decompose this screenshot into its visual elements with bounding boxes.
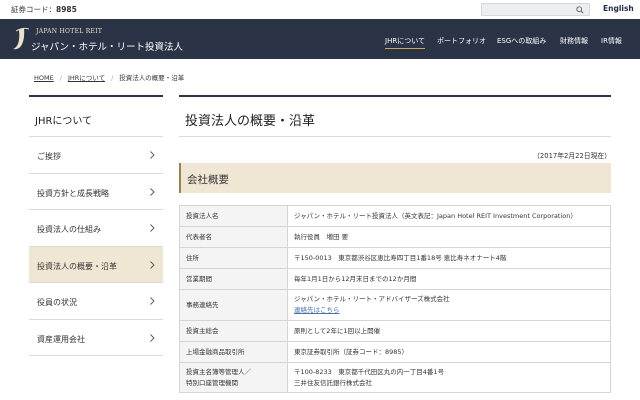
- logo-english: JAPAN HOTEL REIT: [36, 28, 103, 35]
- nav-about[interactable]: JHRについて: [385, 36, 425, 49]
- sidebar-item-strategy[interactable]: 投資方針と成長戦略: [29, 174, 163, 210]
- table-row: 投資主名簿等管理人／ 特別口座管理機関 〒100-8233 東京都千代田区丸の内…: [179, 362, 611, 393]
- table-value: 執行役員 増田 要: [287, 226, 611, 248]
- logo-j-icon[interactable]: [10, 26, 30, 52]
- table-row: 投資法人名 ジャパン・ホテル・リート投資法人（英文表記：Japan Hotel …: [179, 205, 611, 227]
- table-row: 住所 〒150-0013 東京都渋谷区恵比寿四丁目1番18号 恵比寿ネオナート4…: [179, 247, 611, 269]
- main-content: 投資法人の概要・沿革 （2017年2月22日現在） 会社概要 投資法人名 ジャパ…: [179, 95, 611, 393]
- chevron-right-icon: [150, 297, 155, 305]
- table-key: 住所: [179, 247, 288, 269]
- sidebar-item-officers[interactable]: 役員の状況: [29, 283, 163, 320]
- breadcrumb-home[interactable]: HOME: [34, 74, 54, 82]
- sidebar-title: JHRについて: [29, 95, 163, 137]
- page-title: 投資法人の概要・沿革: [179, 95, 611, 137]
- nav-esg[interactable]: ESGへの取組み: [497, 36, 546, 46]
- chevron-right-icon: [150, 187, 155, 196]
- table-value: ジャパン・ホテル・リート・アドバイザーズ株式会社 連絡先はこちら: [287, 289, 611, 321]
- table-key: 事務連絡先: [179, 289, 288, 321]
- logo-japanese[interactable]: ジャパン・ホテル・リート投資法人: [31, 39, 183, 53]
- table-row: 事務連絡先 ジャパン・ホテル・リート・アドバイザーズ株式会社 連絡先はこちら: [179, 289, 611, 321]
- table-value-line: 〒100-8233 東京都千代田区丸の内一丁目4番1号: [294, 367, 445, 376]
- breadcrumb-current: 投資法人の概要・沿革: [119, 74, 185, 82]
- sidebar-item-greeting[interactable]: ご挨拶: [29, 137, 163, 174]
- breadcrumb: HOME / JHRについて / 投資法人の概要・沿革: [34, 72, 184, 82]
- breadcrumb-about[interactable]: JHRについて: [68, 74, 105, 82]
- search-input[interactable]: [485, 5, 571, 15]
- table-value-line: 三井住友信託銀行株式会社: [294, 378, 372, 387]
- sidebar: JHRについて ご挨拶 投資方針と成長戦略 投資法人の仕組み 投資法人の概要・沿…: [29, 95, 163, 356]
- table-key-line: 投資主名簿等管理人／: [186, 367, 251, 376]
- sidebar-item-label: 投資方針と成長戦略: [37, 188, 109, 198]
- table-value: ジャパン・ホテル・リート投資法人（英文表記：Japan Hotel REIT I…: [287, 205, 611, 227]
- table-value: 東京証券取引所（証券コード：8985）: [287, 341, 611, 363]
- nav-ir[interactable]: IR情報: [601, 36, 622, 46]
- chevron-right-icon: [150, 260, 155, 269]
- utility-bar: 証券コード：8985 English: [0, 0, 640, 19]
- breadcrumb-separator: /: [59, 74, 62, 82]
- table-value: 〒150-0013 東京都渋谷区恵比寿四丁目1番18号 恵比寿ネオナート4階: [287, 247, 611, 269]
- search-box[interactable]: [481, 3, 590, 16]
- contact-link[interactable]: 連絡先はこちら: [294, 305, 604, 316]
- sidebar-item-label: 投資法人の概要・沿革: [37, 261, 117, 271]
- table-value: 〒100-8233 東京都千代田区丸の内一丁目4番1号 三井住友信託銀行株式会社: [287, 362, 611, 393]
- search-icon[interactable]: [576, 6, 584, 14]
- section-heading: 会社概要: [179, 163, 611, 193]
- table-key: 代表者名: [179, 226, 288, 248]
- table-key: 投資主総会: [179, 320, 288, 342]
- table-key: 投資法人名: [179, 205, 288, 227]
- table-row: 上場金融商品取引所 東京証券取引所（証券コード：8985）: [179, 341, 611, 363]
- sidebar-item-label: 役員の状況: [37, 298, 77, 307]
- contact-company: ジャパン・ホテル・リート・アドバイザーズ株式会社: [294, 295, 450, 303]
- nav-financial[interactable]: 財務情報: [560, 36, 588, 46]
- english-link[interactable]: English: [603, 4, 634, 13]
- table-key: 営業期間: [179, 268, 288, 290]
- sidebar-item-label: 投資法人の仕組み: [37, 225, 101, 234]
- table-row: 営業期間 毎年1月1日から12月末日までの12か月間: [179, 268, 611, 290]
- chevron-right-icon: [150, 224, 155, 232]
- sidebar-item-overview[interactable]: 投資法人の概要・沿革: [29, 246, 163, 283]
- company-overview-table: 投資法人名 ジャパン・ホテル・リート投資法人（英文表記：Japan Hotel …: [179, 205, 611, 393]
- sidebar-item-structure[interactable]: 投資法人の仕組み: [29, 210, 163, 247]
- site-header: JAPAN HOTEL REIT ジャパン・ホテル・リート投資法人 JHRについ…: [0, 19, 640, 59]
- table-value: 毎年1月1日から12月末日までの12か月間: [287, 268, 611, 290]
- breadcrumb-separator: /: [111, 74, 114, 82]
- sidebar-item-asset-manager[interactable]: 資産運用会社: [29, 320, 163, 356]
- table-key: 上場金融商品取引所: [179, 341, 288, 363]
- securities-code: 証券コード：8985: [11, 5, 77, 14]
- nav-portfolio[interactable]: ポートフォリオ: [437, 36, 486, 46]
- chevron-right-icon: [150, 151, 155, 159]
- table-key-line: 特別口座管理機関: [186, 378, 238, 387]
- table-value: 原則として2年に1回以上開催: [287, 320, 611, 342]
- sidebar-item-label: 資産運用会社: [37, 334, 85, 344]
- sidebar-item-label: ご挨拶: [37, 152, 61, 161]
- chevron-right-icon: [150, 333, 155, 342]
- table-key: 投資主名簿等管理人／ 特別口座管理機関: [179, 362, 288, 393]
- table-row: 代表者名 執行役員 増田 要: [179, 226, 611, 248]
- date-note: （2017年2月22日現在）: [533, 152, 611, 160]
- table-row: 投資主総会 原則として2年に1回以上開催: [179, 320, 611, 342]
